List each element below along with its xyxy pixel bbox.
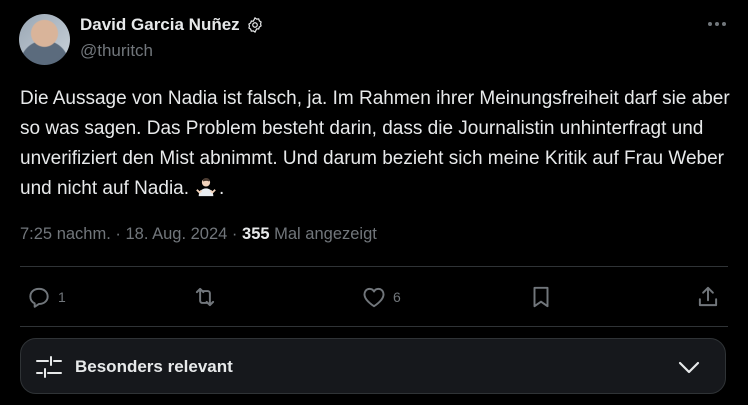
author-display-name[interactable]: David Garcia Nuñez	[80, 15, 240, 35]
views-label: Mal angezeigt	[269, 225, 377, 243]
tweet-trailing-text: .	[219, 178, 225, 199]
tweet-text: Die Aussage von Nadia ist falsch, ja. Im…	[20, 84, 730, 204]
like-count: 6	[393, 289, 401, 305]
verified-badge-icon[interactable]	[246, 16, 264, 34]
retweet-icon	[195, 287, 215, 307]
tweet-date[interactable]: 18. Aug. 2024	[125, 225, 227, 243]
heart-icon	[363, 287, 385, 308]
retweet-button[interactable]	[192, 284, 224, 310]
share-button[interactable]	[695, 284, 721, 310]
tweet-time[interactable]: 7:25 nachm.	[20, 225, 111, 243]
reply-icon	[29, 287, 49, 308]
sliders-icon	[36, 356, 62, 378]
tweet-body: Die Aussage von Nadia ist falsch, ja. Im…	[20, 88, 730, 199]
bookmark-button[interactable]	[528, 284, 554, 310]
avatar[interactable]	[19, 14, 70, 65]
tweet-meta: 7:25 nachm. · 18. Aug. 2024 · 355 Mal an…	[20, 225, 377, 244]
divider	[20, 326, 728, 327]
author-handle[interactable]: @thuritch	[80, 41, 153, 61]
meta-separator: ·	[110, 225, 126, 243]
reply-button[interactable]: 1	[26, 284, 66, 310]
views-count[interactable]: 355	[242, 225, 270, 243]
chevron-down-icon	[678, 361, 700, 374]
person-shrugging-emoji-icon	[196, 177, 216, 197]
like-button[interactable]: 6	[361, 284, 401, 310]
author-name-row: David Garcia Nuñez	[80, 15, 264, 35]
meta-separator: ·	[227, 225, 243, 243]
divider	[20, 266, 728, 267]
share-icon	[698, 286, 718, 307]
reply-count: 1	[58, 289, 66, 305]
more-options-icon[interactable]	[706, 14, 728, 34]
sort-label: Besonders relevant	[75, 357, 233, 376]
bookmark-icon	[533, 286, 549, 308]
reply-sort-dropdown[interactable]: Besonders relevant	[20, 338, 726, 394]
